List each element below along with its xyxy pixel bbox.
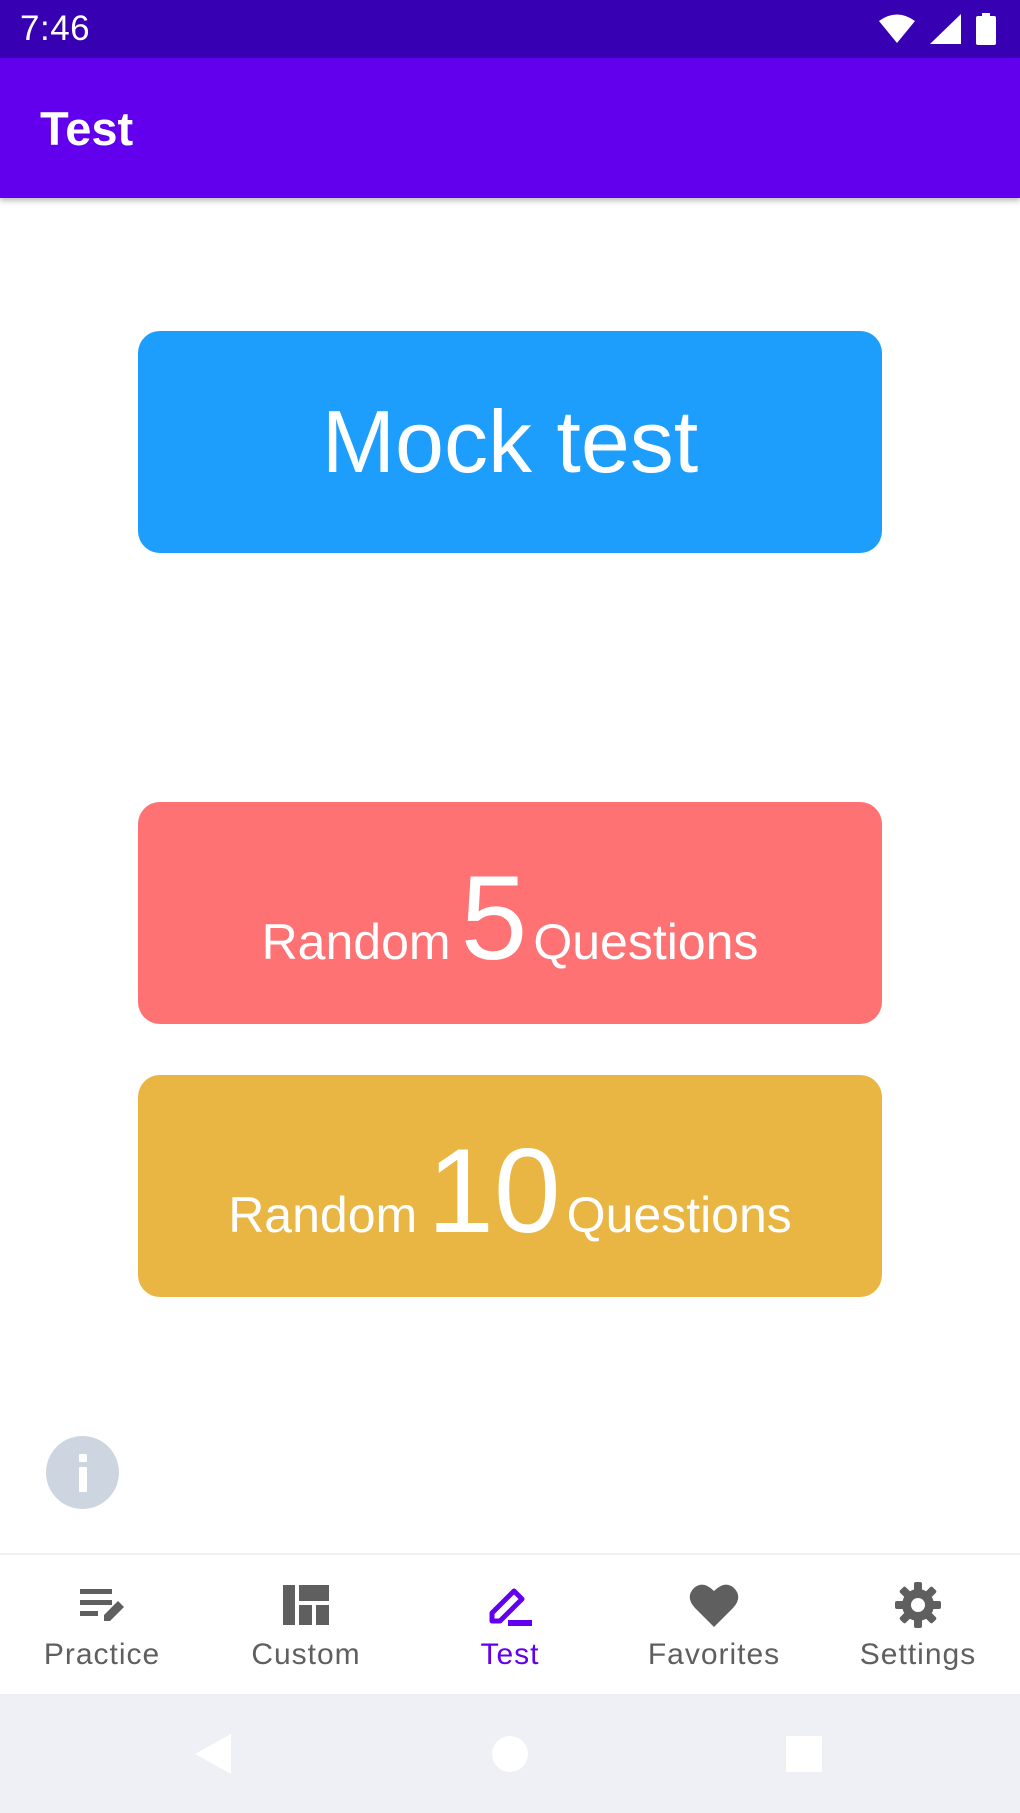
nav-item-custom[interactable]: Custom: [204, 1555, 408, 1696]
random-5-number: 5: [460, 851, 528, 985]
bottom-navigation: Practice Custom Test Favorites Settings: [0, 1553, 1020, 1696]
gear-icon: [895, 1582, 941, 1628]
nav-label-favorites: Favorites: [647, 1638, 781, 1671]
random-10-questions-button[interactable]: Random 10 Questions: [138, 1075, 882, 1297]
home-button[interactable]: [480, 1724, 540, 1784]
nav-item-settings[interactable]: Settings: [816, 1555, 1020, 1696]
back-icon: [195, 1734, 231, 1774]
nav-item-test[interactable]: Test: [408, 1555, 612, 1696]
pen-icon: [489, 1588, 532, 1626]
recents-button[interactable]: [774, 1724, 834, 1784]
status-bar: 7:46: [0, 0, 1020, 58]
nav-label-practice: Practice: [43, 1638, 161, 1671]
system-navigation-bar: [0, 1694, 1020, 1813]
info-icon: [78, 1453, 87, 1492]
mock-test-button[interactable]: Mock test: [138, 331, 882, 553]
nav-item-practice[interactable]: Practice: [0, 1555, 204, 1696]
status-time: 7:46: [20, 9, 91, 48]
nav-label-custom: Custom: [251, 1638, 361, 1671]
page-title: Test: [40, 102, 134, 155]
back-button[interactable]: [183, 1724, 243, 1784]
random-10-number: 10: [427, 1124, 561, 1258]
battery-icon: [976, 13, 996, 45]
app-bar: Test: [0, 58, 1020, 198]
mock-test-label: Mock test: [321, 392, 699, 491]
practice-icon: [80, 1589, 124, 1621]
home-icon: [492, 1736, 528, 1772]
random-5-suffix: Questions: [533, 914, 759, 970]
info-button[interactable]: [46, 1436, 119, 1509]
cell-signal-icon: [930, 14, 961, 44]
nav-label-test: Test: [480, 1638, 540, 1671]
random-5-prefix: Random: [261, 914, 451, 970]
random-10-label: Random 10 Questions: [228, 1131, 792, 1251]
recents-icon: [786, 1736, 822, 1772]
test-screen: 7:46 Test Mock test Random 5 Questions R…: [0, 0, 1020, 1813]
wifi-icon: [879, 14, 915, 43]
random-5-label: Random 5 Questions: [262, 858, 759, 978]
heart-icon: [689, 1584, 739, 1627]
status-icons: [878, 12, 996, 46]
random-10-prefix: Random: [228, 1187, 418, 1243]
random-10-suffix: Questions: [566, 1187, 792, 1243]
dashboard-icon: [283, 1585, 329, 1625]
nav-label-settings: Settings: [859, 1638, 977, 1671]
random-5-questions-button[interactable]: Random 5 Questions: [138, 802, 882, 1024]
nav-item-favorites[interactable]: Favorites: [612, 1555, 816, 1696]
